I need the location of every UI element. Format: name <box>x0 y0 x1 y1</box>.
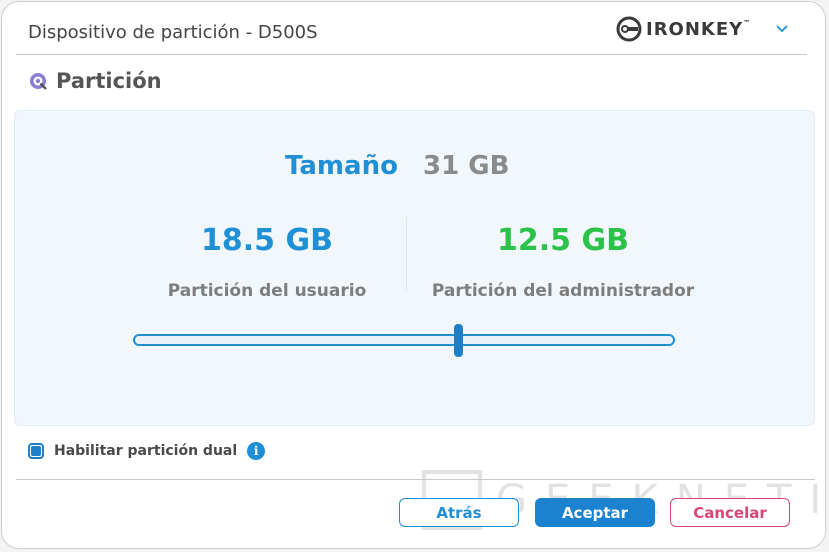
size-label: Tamaño <box>285 151 398 181</box>
dual-partition-checkbox[interactable] <box>28 443 44 459</box>
size-value: 31 GB <box>423 151 510 181</box>
back-button[interactable]: Atrás <box>399 498 519 527</box>
partition-slider-track[interactable] <box>133 334 675 346</box>
user-partition-label: Partición del usuario <box>167 281 367 301</box>
section-title: Partición <box>56 69 162 93</box>
cancel-button[interactable]: Cancelar <box>670 498 790 527</box>
accept-button[interactable]: Aceptar <box>535 498 655 527</box>
partition-divider <box>406 217 407 291</box>
admin-partition-label: Partición del administrador <box>431 281 695 301</box>
disk-search-icon <box>30 73 47 90</box>
partition-slider-thumb[interactable] <box>453 324 463 357</box>
window-title: Dispositivo de partición - D500S <box>28 22 318 43</box>
ironkey-logo-icon <box>616 16 642 42</box>
info-icon[interactable]: i <box>247 442 266 460</box>
title-bar: Dispositivo de partición - D500S IRONKEY… <box>2 2 825 56</box>
ironkey-logo: IRONKEY™ <box>616 15 751 43</box>
footer-divider <box>16 479 815 480</box>
partition-panel: Tamaño 31 GB 18.5 GB 12.5 GB Partición d… <box>14 110 815 426</box>
brand-name: IRONKEY™ <box>646 18 752 40</box>
section-header: Partición <box>28 68 162 94</box>
checkbox-checkmark <box>31 446 41 456</box>
dual-partition-row: Habilitar partición dual i <box>28 440 266 462</box>
dual-partition-label[interactable]: Habilitar partición dual <box>54 443 237 459</box>
title-divider <box>16 54 807 55</box>
partition-dialog: Dispositivo de partición - D500S IRONKEY… <box>1 1 826 549</box>
user-partition-value: 18.5 GB <box>201 223 333 258</box>
chevron-down-icon[interactable] <box>774 20 790 36</box>
admin-partition-value: 12.5 GB <box>497 223 629 258</box>
